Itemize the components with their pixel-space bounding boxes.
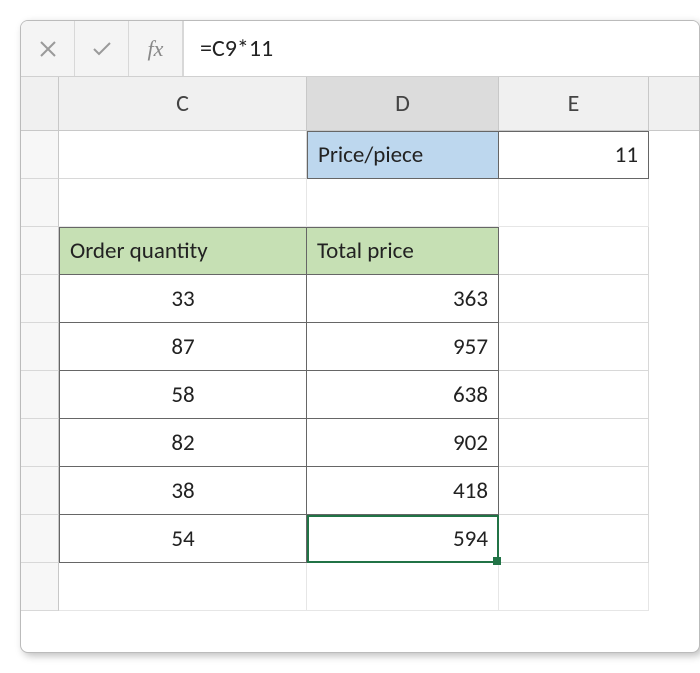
- cell[interactable]: [307, 179, 499, 227]
- row: Price/piece 11: [21, 131, 699, 179]
- check-icon: [92, 40, 112, 58]
- row: [21, 563, 699, 611]
- row-gutter[interactable]: [21, 227, 59, 275]
- row-gutter[interactable]: [21, 515, 59, 563]
- cell[interactable]: [499, 275, 649, 323]
- row: Order quantity Total price: [21, 227, 699, 275]
- close-icon: [39, 40, 57, 58]
- column-headers: C D E: [21, 77, 699, 131]
- qty-cell[interactable]: 54: [59, 515, 307, 563]
- cell[interactable]: [499, 515, 649, 563]
- row-gutter[interactable]: [21, 131, 59, 179]
- cell[interactable]: [307, 563, 499, 611]
- qty-cell[interactable]: 87: [59, 323, 307, 371]
- table-row: 54 594: [21, 515, 699, 563]
- table-row: 38 418: [21, 467, 699, 515]
- cell[interactable]: [499, 467, 649, 515]
- table-row: 82 902: [21, 419, 699, 467]
- fx-icon: fx: [148, 36, 164, 62]
- spreadsheet-window: fx =C9*11 C D E Price/piece 11 Order qua…: [20, 20, 700, 653]
- row-gutter[interactable]: [21, 275, 59, 323]
- total-cell[interactable]: 363: [307, 275, 499, 323]
- row-gutter[interactable]: [21, 179, 59, 227]
- cell[interactable]: [59, 131, 307, 179]
- table-row: 33 363: [21, 275, 699, 323]
- confirm-formula-button[interactable]: [75, 21, 129, 76]
- total-cell[interactable]: 902: [307, 419, 499, 467]
- price-label-cell[interactable]: Price/piece: [307, 131, 499, 179]
- cancel-formula-button[interactable]: [21, 21, 75, 76]
- insert-function-button[interactable]: fx: [129, 21, 183, 76]
- table-header-total[interactable]: Total price: [307, 227, 499, 275]
- row-gutter[interactable]: [21, 371, 59, 419]
- formula-input[interactable]: =C9*11: [183, 21, 699, 76]
- total-cell[interactable]: 957: [307, 323, 499, 371]
- qty-cell[interactable]: 38: [59, 467, 307, 515]
- formula-bar: fx =C9*11: [21, 21, 699, 77]
- total-cell[interactable]: 594: [307, 515, 499, 563]
- column-header-c[interactable]: C: [59, 77, 307, 130]
- cell[interactable]: [499, 563, 649, 611]
- qty-cell[interactable]: 82: [59, 419, 307, 467]
- qty-cell[interactable]: 33: [59, 275, 307, 323]
- cell[interactable]: [499, 371, 649, 419]
- row-gutter[interactable]: [21, 419, 59, 467]
- qty-cell[interactable]: 58: [59, 371, 307, 419]
- cell[interactable]: [499, 323, 649, 371]
- row-gutter[interactable]: [21, 563, 59, 611]
- cell[interactable]: [499, 227, 649, 275]
- total-cell[interactable]: 418: [307, 467, 499, 515]
- cell[interactable]: [59, 179, 307, 227]
- select-all-corner[interactable]: [21, 77, 59, 130]
- column-header-d[interactable]: D: [307, 77, 499, 130]
- cell[interactable]: [499, 179, 649, 227]
- table-row: 87 957: [21, 323, 699, 371]
- row-gutter[interactable]: [21, 467, 59, 515]
- cell[interactable]: [59, 563, 307, 611]
- table-header-qty[interactable]: Order quantity: [59, 227, 307, 275]
- row: [21, 179, 699, 227]
- price-value-cell[interactable]: 11: [499, 131, 649, 179]
- column-header-e[interactable]: E: [499, 77, 649, 130]
- cell[interactable]: [499, 419, 649, 467]
- grid[interactable]: Price/piece 11 Order quantity Total pric…: [21, 131, 699, 611]
- row-gutter[interactable]: [21, 323, 59, 371]
- total-cell[interactable]: 638: [307, 371, 499, 419]
- table-row: 58 638: [21, 371, 699, 419]
